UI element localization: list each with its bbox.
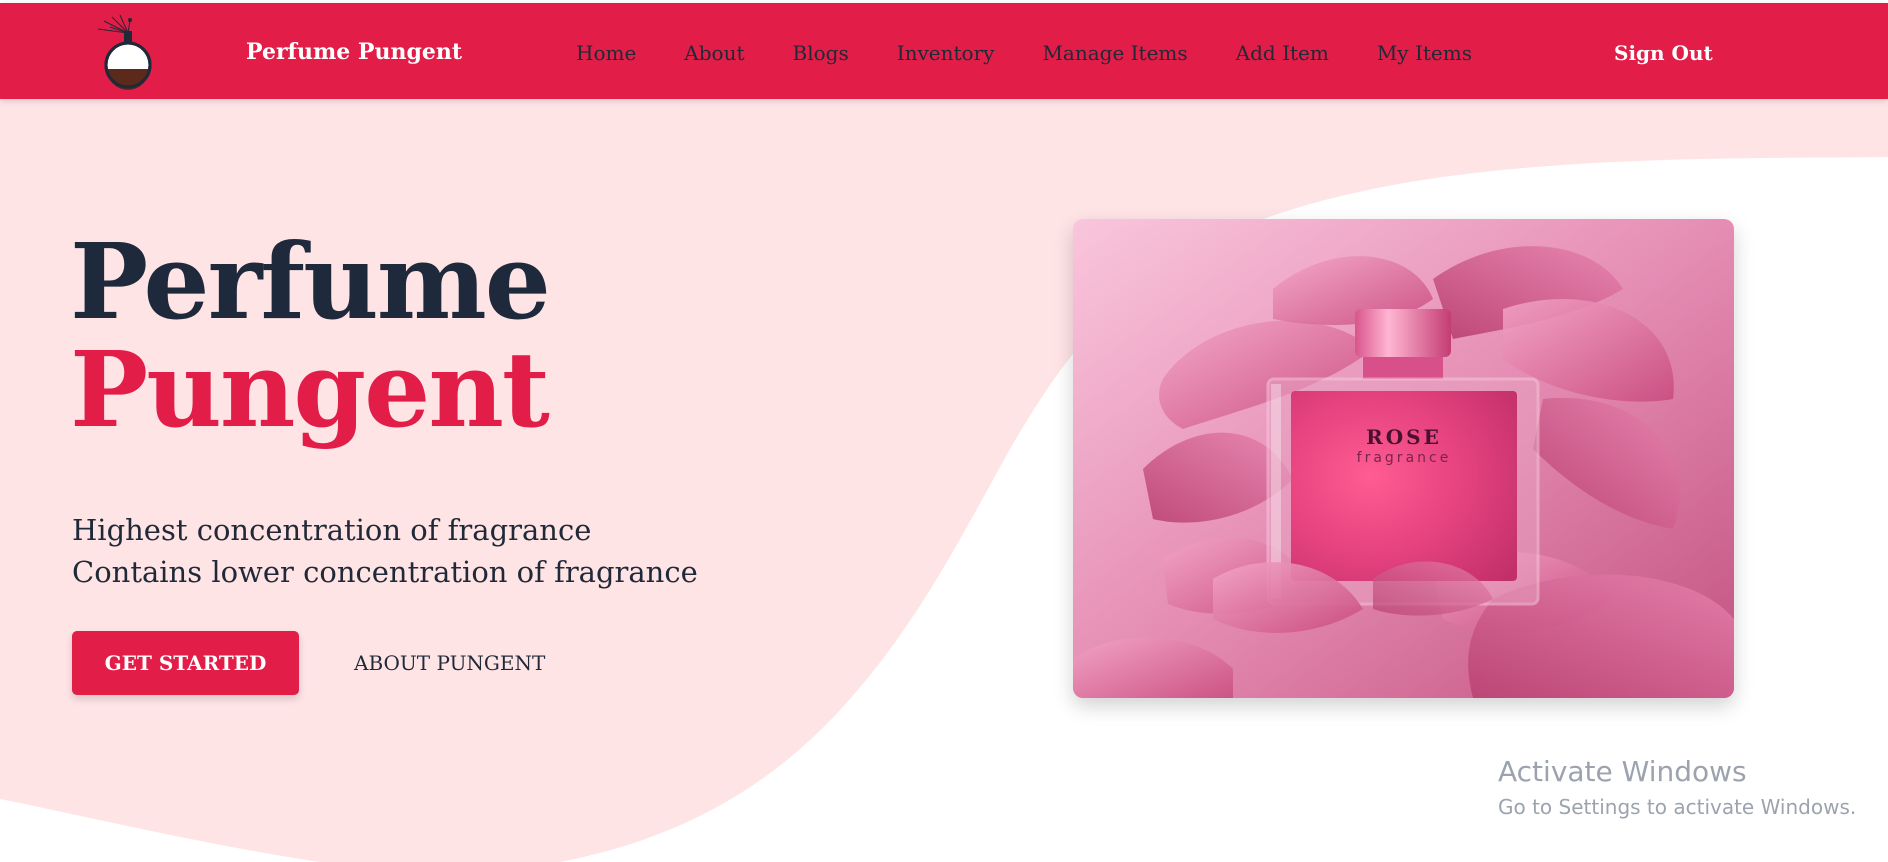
sign-out-button[interactable]: Sign Out bbox=[1614, 41, 1713, 65]
get-started-button[interactable]: GET STARTED bbox=[72, 631, 299, 695]
nav-add-item-link[interactable]: Add Item bbox=[1236, 41, 1329, 65]
bottle-label: ROSE bbox=[1366, 425, 1442, 449]
about-pungent-link[interactable]: ABOUT PUNGENT bbox=[354, 651, 545, 675]
hero-title-line1: Perfume bbox=[70, 220, 551, 343]
hero-subtitle-line2: Contains lower concentration of fragranc… bbox=[72, 555, 698, 589]
product-image: ROSE fragrance bbox=[1073, 219, 1734, 698]
bottle-sublabel: fragrance bbox=[1357, 450, 1452, 466]
page: Perfume Pungent Home About Blogs Invento… bbox=[0, 0, 1888, 862]
hero-title-line2: Pungent bbox=[70, 328, 550, 451]
navbar: Perfume Pungent Home About Blogs Invento… bbox=[0, 3, 1888, 99]
rose-perfume-illustration: ROSE fragrance bbox=[1073, 219, 1734, 698]
activate-windows-subtitle: Go to Settings to activate Windows. bbox=[1498, 795, 1857, 819]
brand-name[interactable]: Perfume Pungent bbox=[246, 39, 462, 65]
nav-home-link[interactable]: Home bbox=[576, 41, 636, 65]
nav-my-items-link[interactable]: My Items bbox=[1377, 41, 1472, 65]
nav-inventory-link[interactable]: Inventory bbox=[897, 41, 995, 65]
nav-about-link[interactable]: About bbox=[684, 41, 744, 65]
nav-links: Home About Blogs Inventory Manage Items … bbox=[576, 41, 1520, 65]
activate-windows-title: Activate Windows bbox=[1498, 755, 1747, 788]
nav-blogs-link[interactable]: Blogs bbox=[793, 41, 849, 65]
hero-subtitle-line1: Highest concentration of fragrance bbox=[72, 513, 592, 547]
perfume-bottle-icon[interactable] bbox=[90, 13, 166, 93]
nav-manage-items-link[interactable]: Manage Items bbox=[1042, 41, 1187, 65]
